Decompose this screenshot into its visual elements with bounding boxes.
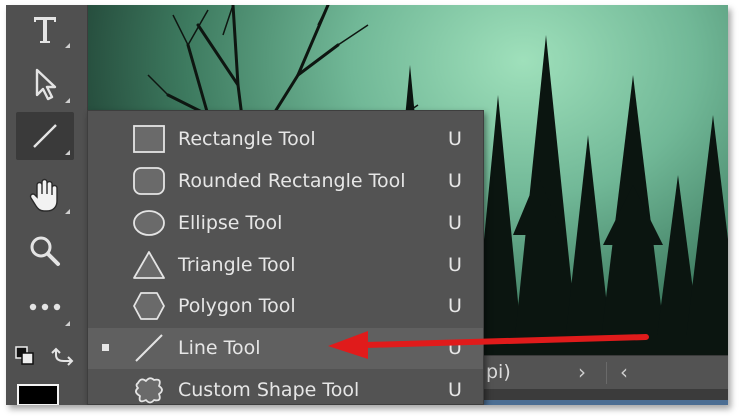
photoshop-window: pi) › ‹ Rectangle Tool U Rounded Rectang… xyxy=(6,5,728,405)
red-arrow-annotation xyxy=(328,331,649,359)
